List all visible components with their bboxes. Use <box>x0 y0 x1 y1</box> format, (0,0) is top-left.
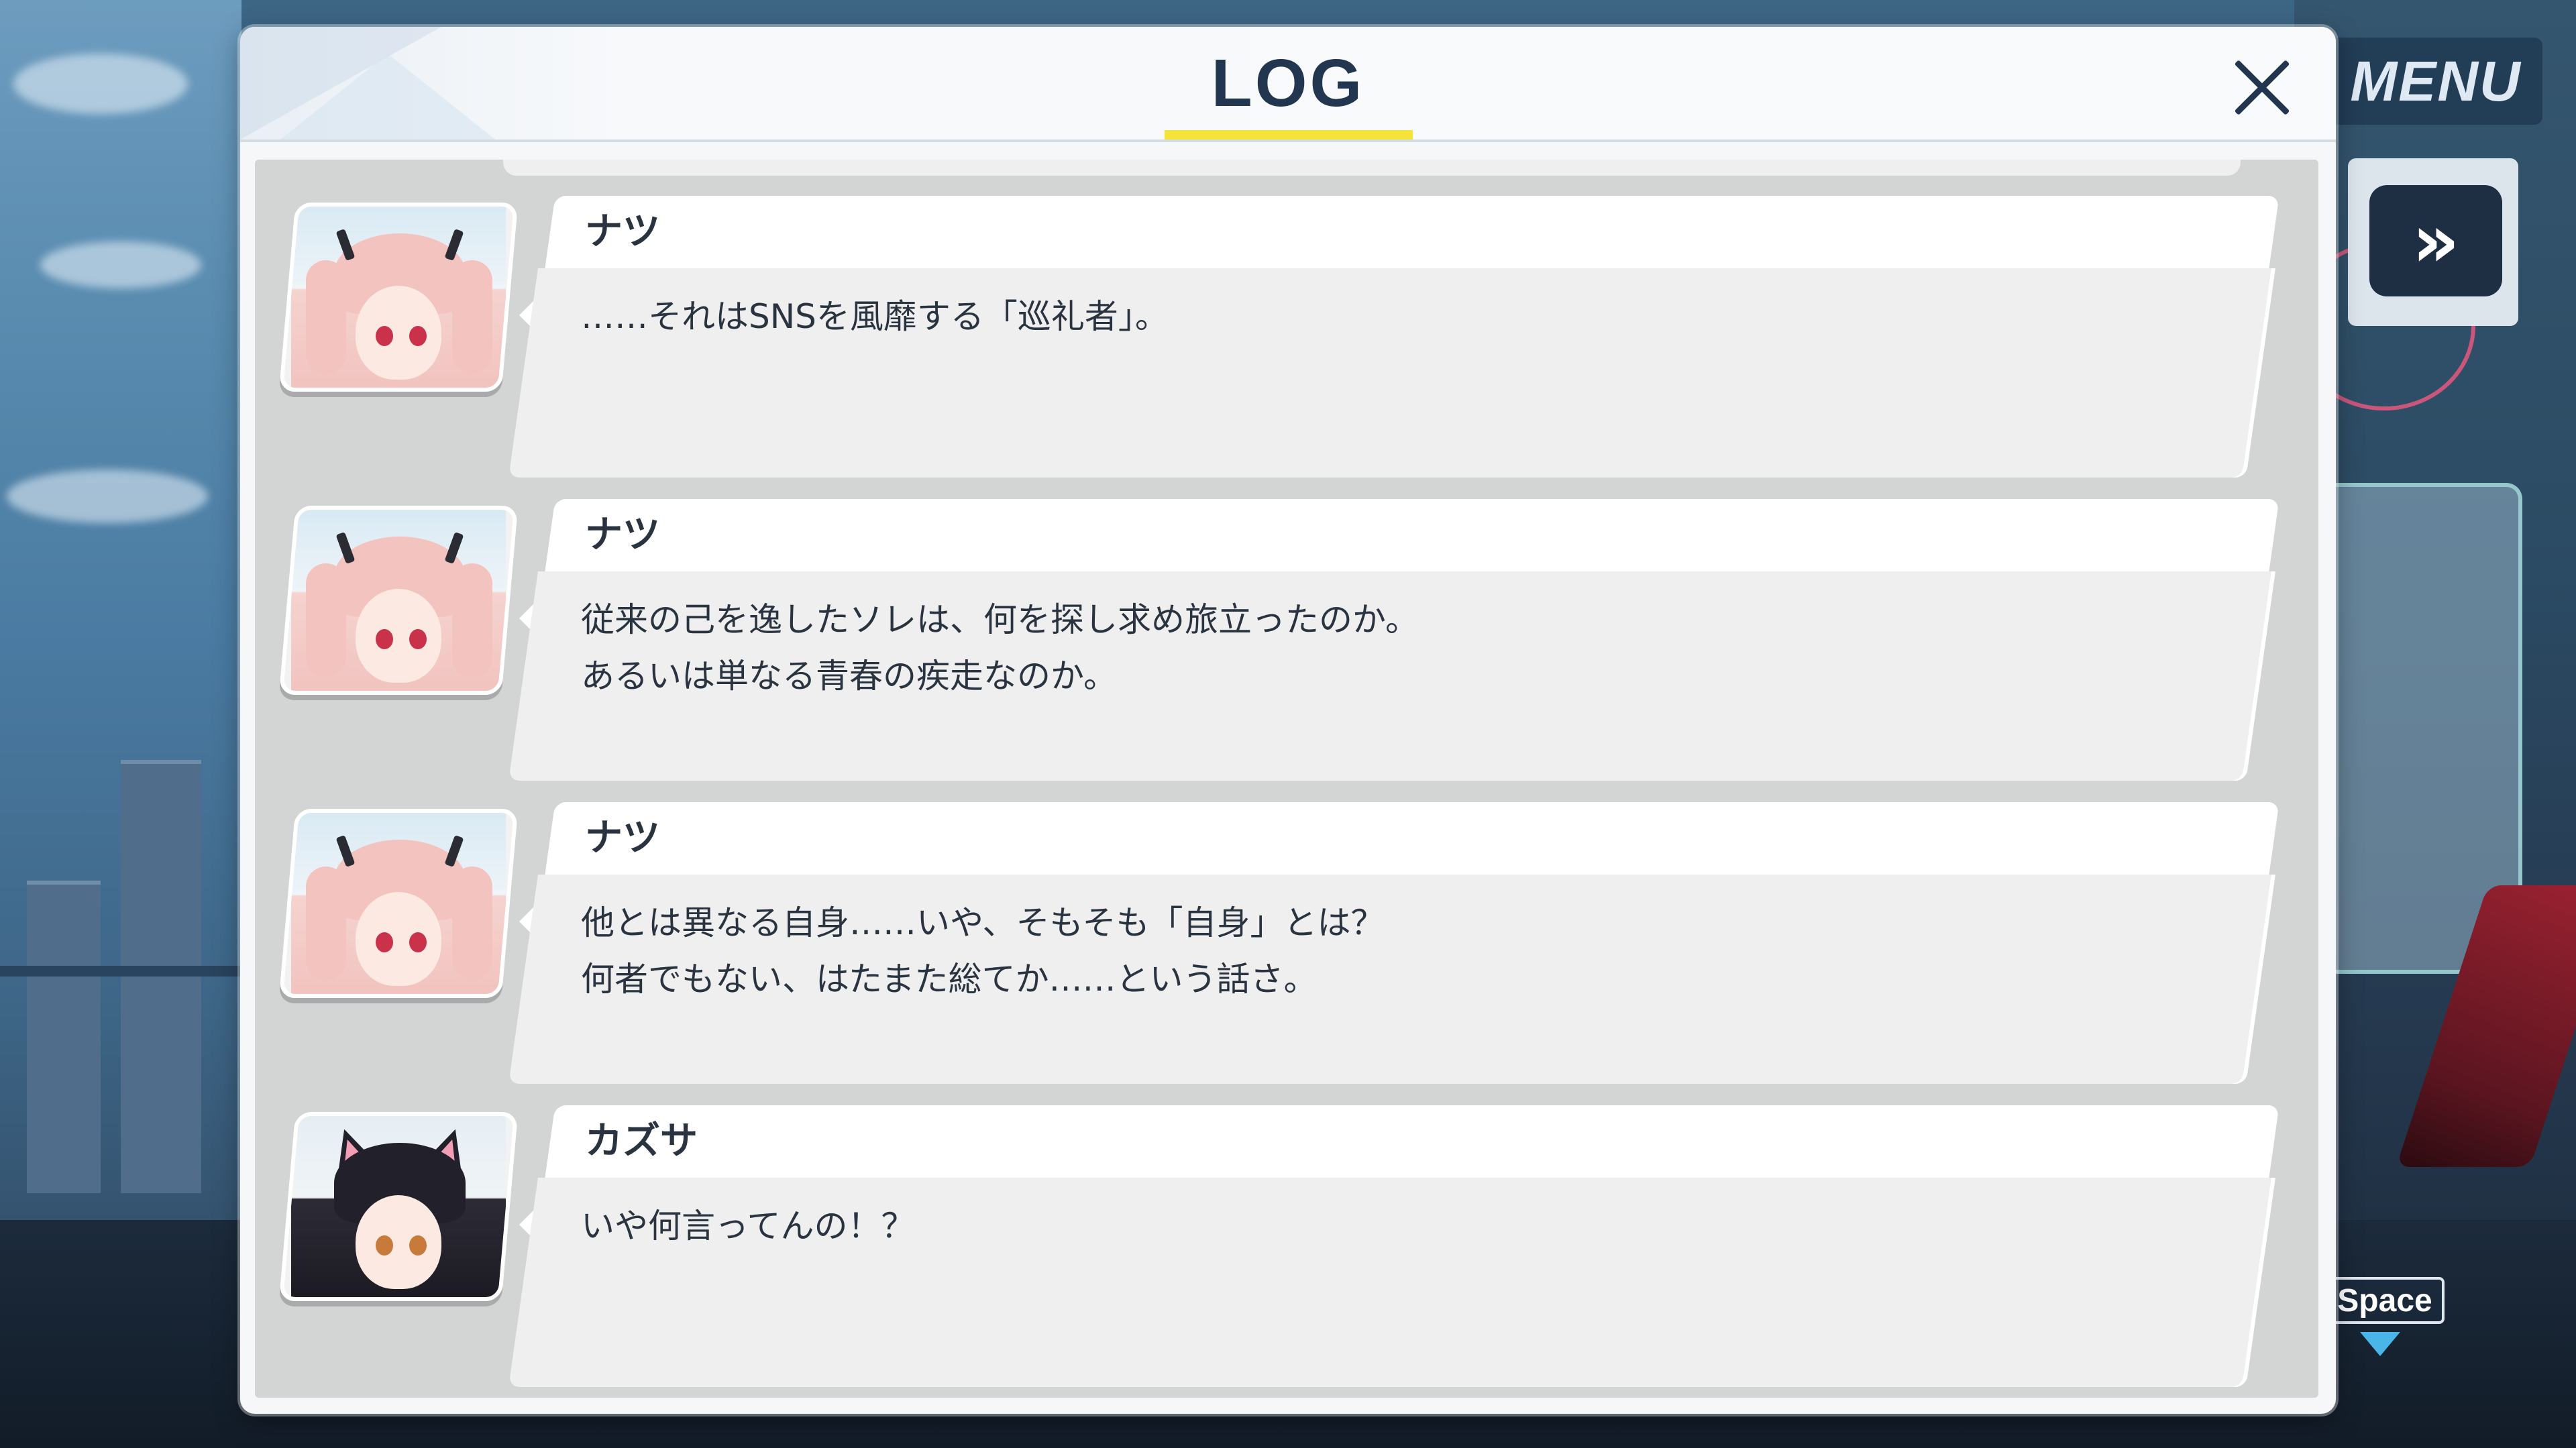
previous-entry-edge <box>503 160 2241 176</box>
menu-button[interactable]: MENU <box>2329 38 2542 125</box>
log-list[interactable]: ナツ ……それはSNSを風靡する「巡礼者」。 ナツ 従来の己を逸したソレは、何を… <box>255 160 2318 1398</box>
log-title: LOG <box>1211 46 1365 121</box>
dialogue-text: 従来の己を逸したソレは、何を探し求め旅立ったのか。 あるいは単なる青春の疾走なの… <box>581 600 1419 695</box>
dialogue-text: 他とは異なる自身……いや、そもそも「自身」とは？ 何者でもない、はたまた総てか…… <box>581 903 1385 999</box>
speaker-name-strip <box>545 196 2279 268</box>
dialogue-text: ……それはSNSを風靡する「巡礼者」。 <box>581 297 1169 336</box>
space-key-hint: Space <box>2325 1277 2445 1324</box>
avatar-natsu <box>278 506 519 695</box>
fast-forward-button[interactable]: » <box>2369 185 2502 296</box>
dialogue-bubble: ナツ ……それはSNSを風靡する「巡礼者」。 <box>508 196 2294 478</box>
log-dialog: LOG ナツ ……それはSNSを風靡する「巡礼者」。 ナツ 従来の己を逸したソレ… <box>240 27 2336 1414</box>
log-header: LOG <box>240 27 2336 142</box>
speaker-name: ナツ <box>585 513 660 557</box>
background-cloud <box>40 241 201 288</box>
speaker-name-strip <box>545 1105 2279 1178</box>
background-cloud <box>13 54 188 114</box>
log-entry: ナツ 他とは異なる自身……いや、そもそも「自身」とは？ 何者でもない、はたまた総… <box>255 802 2318 1084</box>
background-building <box>121 760 201 1193</box>
background-window-frame <box>0 966 241 977</box>
log-title-underline <box>1165 130 1413 140</box>
avatar-kazusa <box>278 1112 519 1301</box>
background-cloud <box>7 469 208 523</box>
dialogue-bubble: ナツ 他とは異なる自身……いや、そもそも「自身」とは？ 何者でもない、はたまた総… <box>508 802 2294 1084</box>
dialogue-text: いや何言ってんの！？ <box>581 1207 915 1245</box>
dialogue-bubble: ナツ 従来の己を逸したソレは、何を探し求め旅立ったのか。 あるいは単なる青春の疾… <box>508 499 2294 781</box>
avatar-natsu <box>278 203 519 392</box>
log-entry: ナツ 従来の己を逸したソレは、何を探し求め旅立ったのか。 あるいは単なる青春の疾… <box>255 499 2318 781</box>
background-building <box>27 881 101 1193</box>
log-entry: カズサ いや何言ってんの！？ <box>255 1105 2318 1387</box>
close-icon[interactable] <box>2222 47 2302 127</box>
header-decoration <box>280 54 495 140</box>
continue-arrow-icon <box>2360 1332 2400 1356</box>
speaker-name: ナツ <box>585 210 660 254</box>
avatar-natsu <box>278 809 519 998</box>
speaker-name-strip <box>545 802 2279 875</box>
speaker-name-strip <box>545 499 2279 571</box>
speaker-name: ナツ <box>585 816 660 860</box>
log-entry: ナツ ……それはSNSを風靡する「巡礼者」。 <box>255 196 2318 478</box>
speaker-name: カズサ <box>585 1119 698 1163</box>
dialogue-bubble: カズサ いや何言ってんの！？ <box>508 1105 2294 1387</box>
